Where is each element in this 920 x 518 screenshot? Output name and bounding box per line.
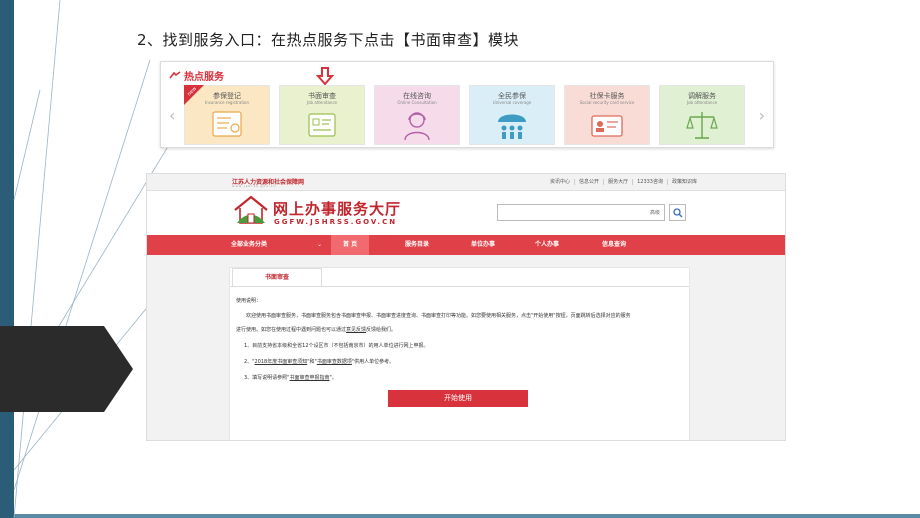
main-navbar: 全部业务分类 ⌄ 首 页 服务目录 单位办事 个人办事 信息查询: [147, 235, 785, 255]
site-provider-url: www.jshrss.gov.cn: [232, 184, 277, 188]
item-2-mid: "和": [307, 359, 317, 365]
card-insurance-registration[interactable]: new 参保登记 Insurance registration: [184, 85, 270, 145]
item-2-prefix: 2、": [244, 359, 255, 365]
usage-item-3: 3、填写说明请参照"书面审查申报指南"。: [244, 374, 337, 381]
card-subtitle: Job attendance: [686, 100, 718, 105]
top-link-12333[interactable]: 12333咨询: [633, 179, 668, 185]
usage-item-2: 2、"2018年度书面审查须知"和"书面审查数据项"供用人单位参考。: [244, 358, 394, 365]
hot-services-title: 热点服务: [184, 72, 224, 83]
id-card-icon: [591, 115, 623, 137]
brand-name: 网上办事服务大厅: [273, 200, 402, 218]
red-down-arrow-icon: [315, 67, 335, 86]
item-3-suffix: "。: [329, 375, 337, 381]
card-subtitle: Online Consultation: [397, 100, 437, 105]
search-input[interactable]: 高级: [497, 204, 665, 221]
site-topbar: 江苏人力资源和社会保障网 www.jshrss.gov.cn 资讯中心 信息公开…: [147, 174, 785, 191]
service-hall-website: 江苏人力资源和社会保障网 www.jshrss.gov.cn 资讯中心 信息公开…: [146, 173, 786, 441]
nav-home[interactable]: 首 页: [331, 235, 370, 255]
slide-arrow-shape: [0, 326, 133, 412]
slide-title: 2、找到服务入口：在热点服务下点击【书面审查】模块: [137, 31, 520, 49]
hot-service-icon: [169, 71, 181, 79]
para-2-prefix: 进行使用。如您在使用过程中遇到问题也可以通过: [236, 327, 347, 333]
nav-all-label: 全部业务分类: [231, 241, 268, 248]
card-social-security-card[interactable]: 社保卡服务 Social security card service: [564, 85, 650, 145]
nav-service-catalog[interactable]: 服务目录: [405, 235, 429, 255]
nav-personal-affairs[interactable]: 个人办事: [535, 235, 559, 255]
tab-written-review[interactable]: 书面审查: [232, 268, 322, 286]
content-panel: 书面审查 使用说明： 欢迎使用书面审查服务，书面审查服务包含书面审查申报、书面审…: [229, 267, 690, 440]
para-2-suffix: 反馈给我们。: [366, 327, 397, 333]
chevron-down-icon[interactable]: ⌄: [317, 235, 322, 255]
card-mediation-service[interactable]: 调解服务 Job attendance: [659, 85, 745, 145]
card-subtitle: Social security card service: [579, 100, 635, 105]
usage-paragraph-1: 欢迎使用书面审查服务，书面审查服务包含书面审查申报、书面审查进度查询、书面审查打…: [246, 313, 631, 319]
nav-unit-affairs[interactable]: 单位办事: [471, 235, 495, 255]
top-link-news[interactable]: 资讯中心: [546, 179, 576, 185]
house-logo-icon[interactable]: [233, 194, 269, 226]
item-2-suffix: "供用人单位参考。: [351, 359, 395, 365]
tab-divider: [230, 286, 689, 287]
top-link-policy[interactable]: 政策知识库: [668, 179, 701, 185]
umbrella-people-icon: [498, 114, 526, 139]
consultant-icon: [404, 112, 430, 141]
advanced-search-link[interactable]: 高级: [650, 209, 660, 216]
feedback-link[interactable]: 意见反馈: [346, 327, 366, 333]
usage-item-1: 1、目前支持省本级和全省12个设区市（不包括南京市）的用人单位进行网上申报。: [244, 343, 429, 349]
usage-title: 使用说明：: [236, 298, 262, 304]
site-header: 网上办事服务大厅 GGFW.JSHRSS.GOV.CN 高级: [147, 191, 785, 235]
card-subtitle: Job attendance: [306, 100, 338, 105]
prev-arrow-icon[interactable]: ‹: [169, 106, 175, 125]
search-button[interactable]: [669, 204, 686, 221]
document-review-icon: [308, 113, 336, 137]
review-data-items-link[interactable]: 书面审查数据项: [317, 359, 352, 365]
brand-url: GGFW.JSHRSS.GOV.CN: [274, 218, 398, 226]
usage-paragraph-2: 进行使用。如您在使用过程中遇到问题也可以通过意见反馈反馈给我们。: [236, 326, 396, 333]
card-subtitle: Universal coverage: [492, 100, 532, 105]
top-links: 资讯中心 信息公开 服务大厅 12333咨询 政策知识库: [546, 179, 701, 185]
item-3-prefix: 3、填写说明请参照": [244, 375, 290, 381]
review-notice-link[interactable]: 2018年度书面审查须知: [254, 359, 307, 365]
review-guide-link[interactable]: 书面审查申报指南: [289, 375, 329, 381]
card-subtitle: Insurance registration: [205, 100, 249, 105]
card-online-consultation[interactable]: 在线咨询 Online Consultation: [374, 85, 460, 145]
top-link-disclosure[interactable]: 信息公开: [575, 179, 605, 185]
nav-info-query[interactable]: 信息查询: [602, 235, 626, 255]
card-written-review[interactable]: 书面审查 Job attendance: [279, 85, 365, 145]
start-using-button[interactable]: 开始使用: [388, 390, 528, 407]
search-icon: [673, 208, 683, 218]
registration-form-icon: [212, 111, 242, 137]
hot-services-header: 热点服务: [169, 68, 224, 83]
hot-services-panel: 热点服务 ‹ › new 参保登记 Insurance registration…: [160, 61, 774, 148]
top-link-service-hall[interactable]: 服务大厅: [604, 179, 634, 185]
card-universal-coverage[interactable]: 全民参保 Universal coverage: [469, 85, 555, 145]
next-arrow-icon[interactable]: ›: [759, 106, 765, 125]
scales-icon: [686, 112, 718, 139]
nav-all-categories[interactable]: 全部业务分类: [231, 235, 267, 255]
